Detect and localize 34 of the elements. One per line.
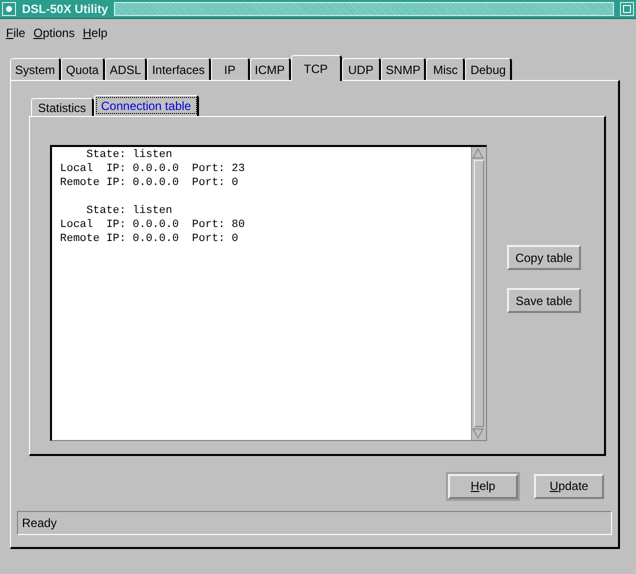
tab[interactable]: SNMP [380,58,426,80]
tab[interactable]: IP [210,58,250,80]
menu-item[interactable]: Options [33,26,75,44]
connection-text-area[interactable]: State: listen Local IP: 0.0.0.0 Port: 23 Remote IP: 0.0.0.0 Port: 0 State: listen Local IP: 0.0.0.0 Port: 80 Remote IP: 0.0.0.0 Port: 0 [50,145,487,441]
dialog-button[interactable]: Help [448,474,518,499]
tab[interactable]: ICMP [250,58,291,80]
text-line: Local IP: 0.0.0.0 Port: 80 [60,218,246,232]
text-line: State: listen [85,148,174,162]
tab[interactable]: System [10,58,62,80]
scroll-up-icon[interactable] [472,147,484,159]
tab[interactable]: Debug [465,58,512,80]
table-button[interactable]: Save table [507,288,581,313]
tab[interactable]: Statistics [31,98,94,116]
text-line: Local IP: 0.0.0.0 Port: 23 [60,162,246,176]
tab[interactable]: TCP [290,55,342,81]
tab[interactable]: Connection table [94,95,200,116]
tab[interactable]: Quota [61,58,105,80]
dialog-button[interactable]: Update [534,474,604,499]
status-bar: Ready [17,510,612,535]
tab[interactable]: Interfaces [147,58,211,80]
maximize-icon[interactable] [620,2,634,16]
text-line: Remote IP: 0.0.0.0 Port: 0 [60,176,240,190]
menu-item[interactable]: File [6,26,26,44]
tab[interactable]: UDP [342,58,381,80]
window-title: DSL-50X Utility [22,2,108,16]
text-line: Remote IP: 0.0.0.0 Port: 0 [60,232,240,246]
scrollbar[interactable] [471,147,486,440]
tab[interactable]: ADSL [104,58,148,80]
text-line: State: listen [85,204,174,218]
window-menu-icon[interactable] [2,2,16,16]
table-button[interactable]: Copy table [507,245,581,270]
menu-item[interactable]: Help [82,26,108,44]
tab[interactable]: Misc [426,58,466,80]
scroll-down-icon[interactable] [472,428,484,440]
